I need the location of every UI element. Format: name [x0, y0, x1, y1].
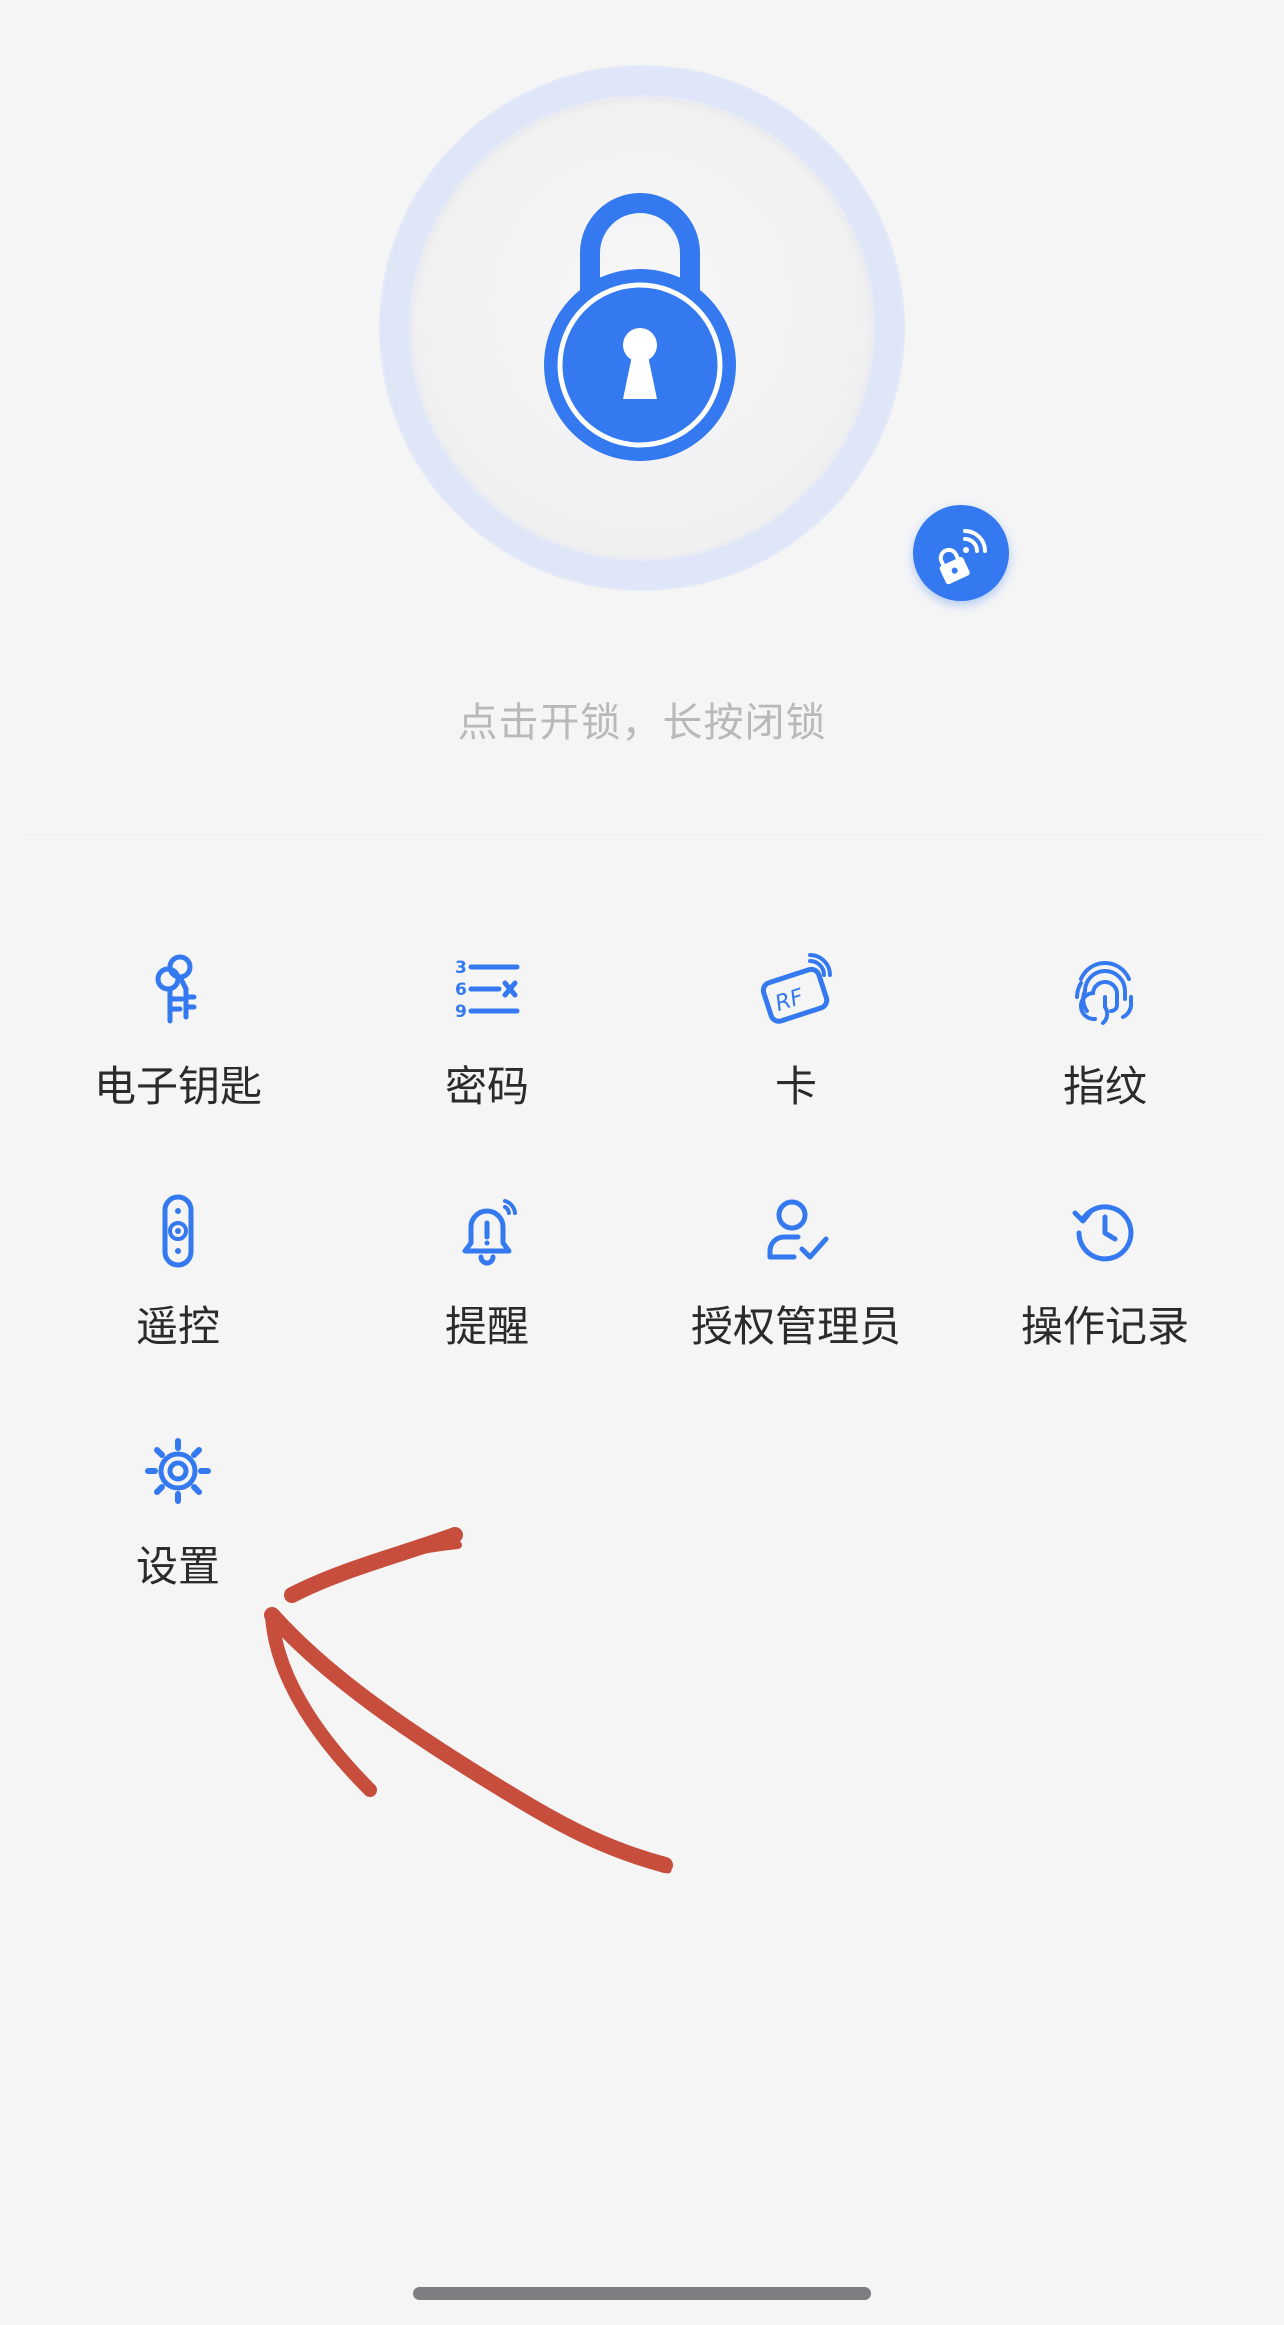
- menu-item-electronic-key[interactable]: 电子钥匙: [23, 953, 333, 1153]
- menu-item-label: 卡: [774, 1062, 817, 1111]
- menu-item-label: 提醒: [444, 1302, 529, 1351]
- menu-item-fingerprint[interactable]: 指纹: [950, 953, 1260, 1153]
- svg-text:3: 3: [455, 958, 467, 978]
- padlock-icon: [544, 193, 736, 461]
- menu-item-passcode[interactable]: 3 6 9 密码: [332, 953, 642, 1153]
- rf-card-icon: RF: [760, 953, 832, 1024]
- svg-text:6: 6: [455, 980, 467, 1000]
- remote-control-icon: [162, 1194, 194, 1268]
- menu-item-history[interactable]: 操作记录: [950, 1193, 1260, 1393]
- lock-home-screen: 点击开锁，长按闭锁 电子钥匙 3 6 9 密码 RF 卡 指纹 遥控 提醒 授权…: [0, 0, 1284, 2325]
- authorized-admin-icon: [767, 1199, 829, 1260]
- passcode-icon: 3 6 9: [455, 958, 520, 1022]
- menu-item-card[interactable]: RF 卡: [641, 953, 951, 1153]
- menu-item-authorized-admin[interactable]: 授权管理员: [641, 1193, 951, 1393]
- section-divider: [22, 834, 1262, 835]
- svg-text:9: 9: [455, 1002, 467, 1022]
- lock-hint-text: 点击开锁，长按闭锁: [457, 700, 827, 746]
- settings-gear-icon: [145, 1438, 211, 1504]
- fingerprint-icon: [1075, 961, 1134, 1025]
- menu-item-label: 操作记录: [1020, 1302, 1189, 1351]
- home-indicator[interactable]: [413, 2287, 871, 2300]
- menu-item-label: 指纹: [1062, 1062, 1147, 1111]
- menu-item-label: 授权管理员: [690, 1302, 901, 1351]
- electronic-key-icon: [155, 954, 197, 1024]
- remote-lock-icon: [938, 529, 987, 585]
- menu-item-label: 设置: [135, 1542, 220, 1591]
- menu-item-label: 密码: [444, 1062, 529, 1111]
- remote-lock-button[interactable]: [913, 505, 1009, 601]
- history-icon: [1072, 1204, 1134, 1262]
- menu-item-settings[interactable]: 设置: [23, 1433, 333, 1633]
- menu-item-label: 遥控: [135, 1302, 220, 1351]
- menu-item-reminder[interactable]: 提醒: [332, 1193, 642, 1393]
- bell-alert-icon: [462, 1199, 517, 1266]
- menu-item-label: 电子钥匙: [93, 1062, 262, 1111]
- menu-item-remote-control[interactable]: 遥控: [23, 1193, 333, 1393]
